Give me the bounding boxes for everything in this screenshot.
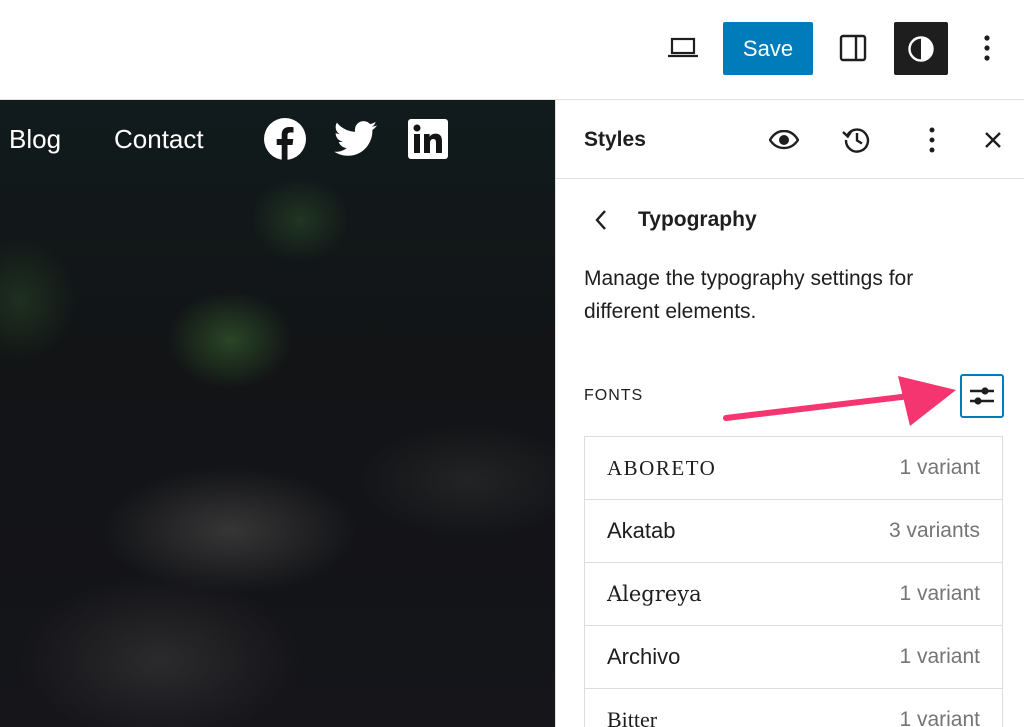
nav-link-contact[interactable]: Contact	[114, 118, 204, 160]
nav-link-blog[interactable]: Blog	[9, 118, 61, 160]
font-name: Alegreya	[607, 582, 702, 606]
panel-header: Styles	[556, 100, 1024, 179]
font-name: Archivo	[607, 644, 681, 669]
panel-title: Styles	[584, 128, 646, 151]
font-item[interactable]: ABORETO 1 variant	[585, 437, 1002, 500]
sliders-icon	[970, 387, 994, 405]
desktop-preview-icon	[668, 37, 698, 58]
font-variant-count: 1 variant	[899, 582, 980, 605]
font-item[interactable]: Bitter 1 variant	[585, 689, 1002, 727]
style-book-button[interactable]	[764, 120, 804, 160]
styles-contrast-icon	[908, 35, 934, 62]
save-button[interactable]: Save	[723, 22, 813, 75]
font-variant-count: 1 variant	[899, 708, 980, 727]
font-name: Bitter	[607, 707, 658, 727]
sidebar-toggle-icon	[839, 34, 867, 62]
back-button[interactable]	[588, 204, 614, 236]
linkedin-icon	[408, 119, 448, 159]
close-icon	[985, 132, 1001, 148]
revisions-button[interactable]	[837, 120, 877, 160]
typography-heading: Typography	[638, 208, 757, 231]
font-item[interactable]: Archivo 1 variant	[585, 626, 1002, 689]
font-name: ABORETO	[607, 456, 717, 480]
facebook-link[interactable]	[263, 118, 307, 160]
linkedin-link[interactable]	[406, 118, 450, 160]
more-options-icon	[984, 35, 990, 61]
twitter-icon	[334, 121, 377, 156]
twitter-link[interactable]	[334, 118, 378, 160]
panel-more-options-button[interactable]	[912, 120, 952, 160]
typography-description: Manage the typography settings for diffe…	[584, 267, 914, 323]
settings-sidebar-toggle-button[interactable]	[830, 24, 876, 72]
font-name: Akatab	[607, 518, 676, 543]
fonts-heading: FONTS	[584, 387, 644, 404]
font-variant-count: 3 variants	[888, 519, 980, 542]
more-vertical-icon	[929, 127, 935, 153]
options-menu-button[interactable]	[966, 24, 1008, 72]
font-families-list: ABORETO 1 variant Akatab 3 variants Aleg…	[584, 436, 1003, 727]
font-item[interactable]: Akatab 3 variants	[585, 500, 1002, 563]
font-variant-count: 1 variant	[899, 645, 980, 668]
editor-canvas-preview[interactable]: Blog Contact	[0, 100, 555, 727]
styles-button[interactable]	[894, 22, 948, 75]
eye-icon	[769, 130, 799, 150]
facebook-icon	[264, 118, 306, 160]
font-variant-count: 1 variant	[899, 456, 980, 479]
chevron-left-icon	[595, 210, 606, 230]
device-preview-button[interactable]	[660, 24, 706, 72]
editor-top-toolbar: Save	[0, 0, 1024, 100]
annotation-arrow	[723, 376, 956, 426]
close-panel-button[interactable]	[973, 120, 1013, 160]
font-item[interactable]: Alegreya 1 variant	[585, 563, 1002, 626]
revisions-history-icon	[842, 128, 870, 153]
manage-fonts-button[interactable]	[960, 374, 1004, 418]
